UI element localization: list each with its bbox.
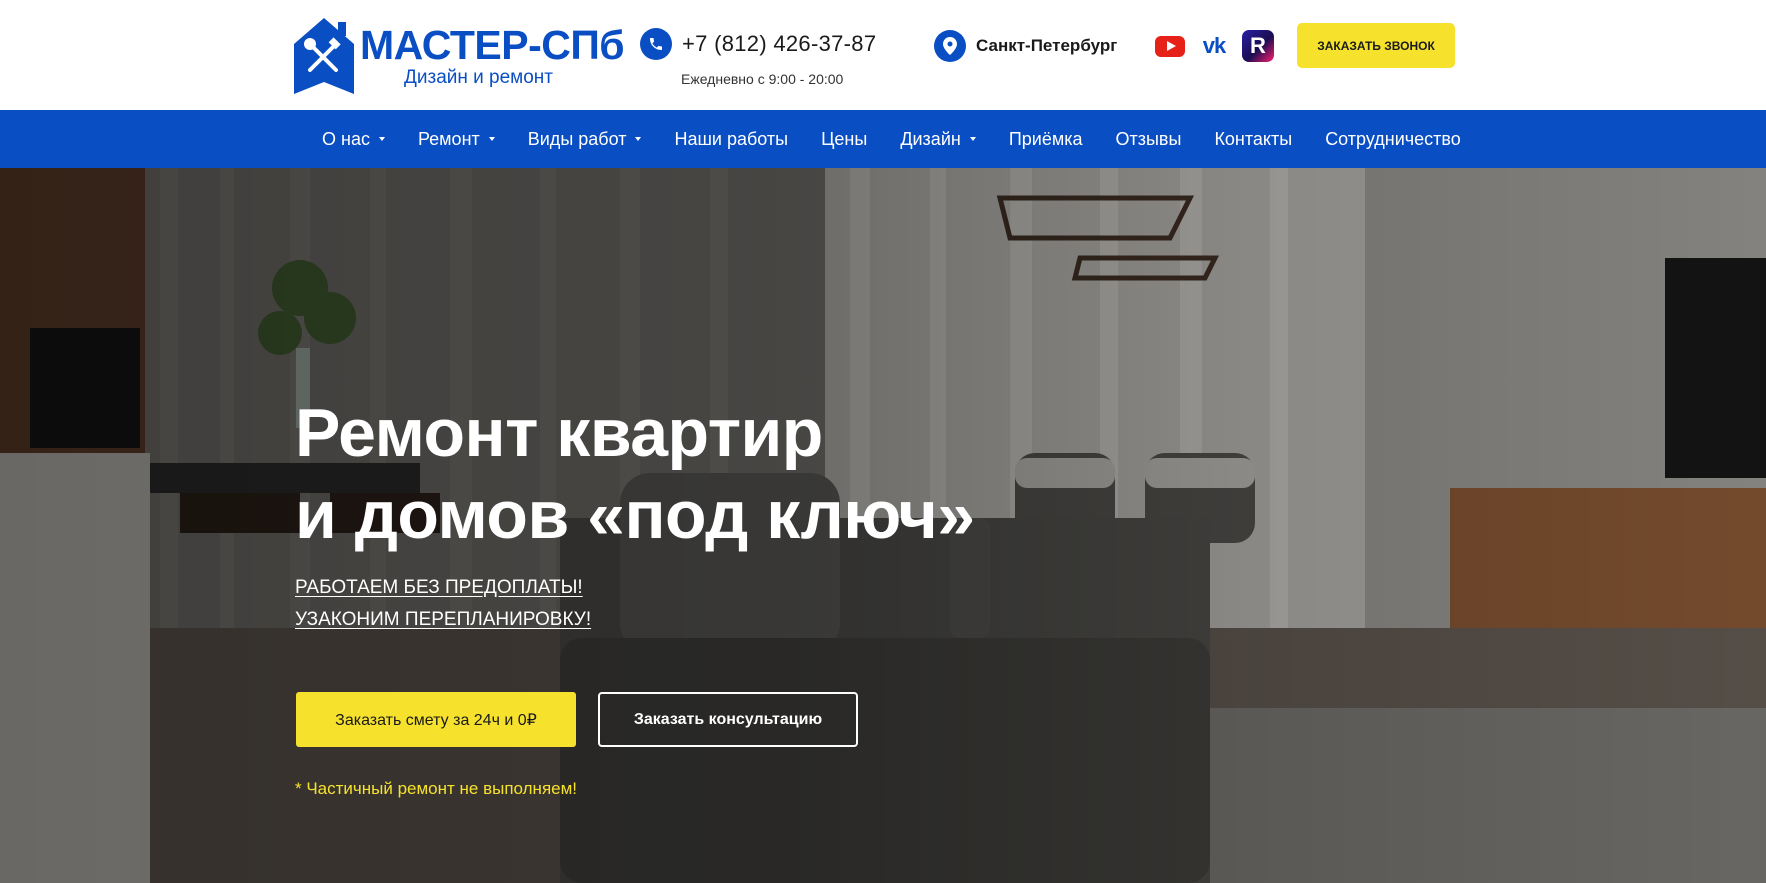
- partial-repair-note: * Частичный ремонт не выполняем!: [295, 779, 578, 798]
- youtube-link[interactable]: [1154, 30, 1186, 62]
- rutube-icon: R: [1242, 30, 1274, 62]
- city-selector[interactable]: Санкт-Петербург: [934, 30, 1117, 62]
- vk-link[interactable]: vk: [1198, 30, 1230, 62]
- nav-item-partnership[interactable]: Сотрудничество: [1325, 129, 1461, 150]
- order-estimate-button[interactable]: Заказать смету за 24ч и 0₽: [296, 692, 576, 747]
- redevelopment-link[interactable]: УЗАКОНИМ ПЕРЕПЛАНИРОВКУ!: [295, 609, 591, 631]
- caret-down-icon: [969, 137, 976, 141]
- nav-item-work-types[interactable]: Виды работ: [528, 129, 642, 150]
- nav-item-design[interactable]: Дизайн: [900, 129, 976, 150]
- site-header: МАСТЕР-СПб Дизайн и ремонт +7 (812) 426-…: [0, 0, 1766, 110]
- hero-section: Ремонт квартир и домов «под ключ» РАБОТА…: [0, 168, 1766, 883]
- nav-item-repair[interactable]: Ремонт: [418, 129, 495, 150]
- working-hours: Ежедневно с 9:00 - 20:00: [681, 71, 844, 87]
- nav-item-portfolio[interactable]: Наши работы: [674, 129, 788, 150]
- social-links: vk R: [1154, 30, 1286, 62]
- no-prepayment-link[interactable]: РАБОТАЕМ БЕЗ ПРЕДОПЛАТЫ!: [295, 577, 583, 599]
- caret-down-icon: [378, 137, 385, 141]
- hero-title: Ремонт квартир и домов «под ключ»: [295, 395, 975, 553]
- nav-item-acceptance[interactable]: Приёмка: [1009, 129, 1083, 150]
- logo[interactable]: МАСТЕР-СПб Дизайн и ремонт: [294, 18, 625, 94]
- logo-title: МАСТЕР-СПб: [360, 22, 625, 68]
- logo-subtitle: Дизайн и ремонт: [404, 67, 553, 88]
- phone-block: +7 (812) 426-37-87 Ежедневно с 9:00 - 20…: [640, 28, 876, 87]
- phone-number-link[interactable]: +7 (812) 426-37-87: [682, 31, 876, 57]
- caret-down-icon: [635, 137, 642, 141]
- youtube-icon: [1155, 35, 1185, 57]
- location-pin-icon: [934, 30, 966, 62]
- nav-item-prices[interactable]: Цены: [821, 129, 867, 150]
- nav-item-contacts[interactable]: Контакты: [1214, 129, 1292, 150]
- order-consultation-button[interactable]: Заказать консультацию: [598, 692, 858, 747]
- house-tools-icon: [294, 18, 354, 94]
- order-call-button[interactable]: ЗАКАЗАТЬ ЗВОНОК: [1297, 23, 1455, 68]
- nav-item-reviews[interactable]: Отзывы: [1116, 129, 1182, 150]
- city-name: Санкт-Петербург: [976, 36, 1118, 55]
- nav-item-about[interactable]: О нас: [322, 129, 385, 150]
- phone-icon: [640, 28, 672, 60]
- main-nav: О нас Ремонт Виды работ Наши работы Цены…: [0, 110, 1766, 168]
- rutube-link[interactable]: R: [1242, 30, 1274, 62]
- vk-icon: vk: [1202, 33, 1227, 58]
- caret-down-icon: [488, 137, 495, 141]
